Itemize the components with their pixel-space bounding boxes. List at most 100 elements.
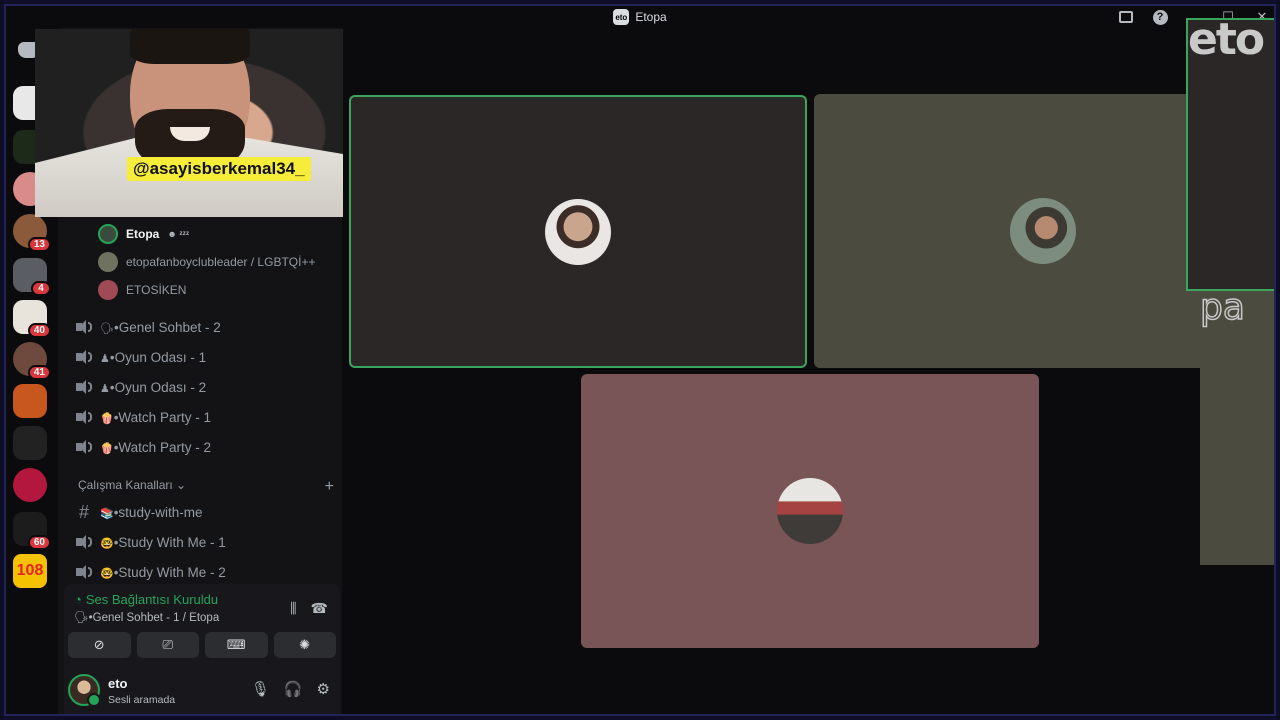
server-item[interactable]: 60 (13, 512, 51, 550)
channel-name: •Watch Party - 2 (113, 439, 211, 455)
window-title-group: eto Etopa (613, 9, 667, 25)
voice-channel[interactable]: 🍿•Watch Party - 2 (76, 434, 211, 460)
soundboard-button[interactable]: ✺ (273, 632, 336, 658)
voice-status[interactable]: ◔ Ses Bağlantısı Kuruldu (74, 592, 218, 607)
speaker-icon (76, 410, 92, 424)
participant-avatar (1010, 198, 1076, 264)
avatar (98, 224, 118, 244)
voice-user-name: ETOSİKEN (126, 283, 187, 297)
watermark-line2: pa (1199, 289, 1274, 565)
channel-name: •Oyun Odası - 1 (109, 349, 207, 365)
voice-status-text: Ses Bağlantısı Kuruldu (85, 592, 219, 607)
user-status: Sesli aramada (108, 694, 176, 706)
server-text-icon: 108 (13, 554, 47, 588)
speaker-icon (76, 350, 92, 364)
server-item[interactable]: 13 (13, 214, 51, 252)
channel-name: •Oyun Odası - 2 (109, 379, 207, 395)
server-icon (13, 384, 47, 418)
mention-badge: 60 (27, 535, 51, 550)
speaker-icon (76, 380, 92, 394)
channel-emoji: 🍿 (100, 442, 114, 455)
speaker-icon (76, 565, 92, 579)
category-header[interactable]: Çalışma Kanalları ⌄ + (78, 478, 334, 496)
voice-user-name: etopafanboyclubleader / LGBTQİ++ (126, 255, 316, 269)
mention-badge: 41 (27, 365, 51, 380)
channel-emoji: 📚 (100, 507, 114, 520)
title-bar: eto Etopa ? — ☐ ✕ (6, 6, 1274, 28)
server-item[interactable]: 108 (13, 554, 47, 588)
channel-name: •Genel Sohbet - 2 (113, 319, 221, 335)
facecam-handle: @asayisberkemal34_ (127, 157, 311, 181)
speaker-icon (76, 320, 92, 334)
voice-panel-actions: ⫼ ☎ (290, 600, 328, 617)
voice-channel[interactable]: 🤓•Study With Me - 1 (76, 529, 226, 555)
server-item[interactable]: 40 (13, 300, 51, 338)
video-tile-speaking[interactable] (349, 95, 807, 368)
app-frame: eto Etopa ? — ☐ ✕ 13 4 40 41 60 108 Etop… (4, 4, 1276, 716)
avatar (98, 280, 118, 300)
voice-action-buttons: ⊘ ⎚ ⌨ ✺ (64, 632, 340, 658)
help-button[interactable]: ? (1152, 9, 1168, 25)
voice-channel[interactable]: ♟•Oyun Odası - 1 (76, 344, 206, 370)
hash-icon: # (78, 501, 89, 522)
channel-name: •study-with-me (113, 504, 203, 520)
inbox-button[interactable] (1118, 9, 1134, 25)
soundboard-icon: ✺ (299, 637, 311, 652)
camera-button[interactable]: ⊘ (68, 632, 131, 658)
channel-emoji: 🤓 (100, 537, 114, 550)
channel-emoji: ♟ (100, 382, 110, 395)
voice-user-name: Etopa (126, 227, 160, 241)
watermark-line1: eto (1186, 18, 1274, 291)
screen-share-button[interactable]: ⎚ (136, 632, 199, 658)
microphone-icon[interactable]: 🎙 (251, 680, 270, 698)
screen-share-icon: ⎚ (162, 637, 173, 652)
mention-badge: 13 (27, 237, 51, 252)
server-item[interactable]: 41 (13, 342, 51, 380)
voice-user[interactable]: ETOSİKEN (98, 280, 186, 300)
headphones-icon[interactable]: 🎧 (284, 680, 303, 698)
mention-badge: 4 (31, 281, 51, 296)
voice-channel[interactable]: 🤓•Study With Me - 2 (76, 559, 226, 585)
voice-channel[interactable]: ♟•Oyun Odası - 2 (76, 374, 206, 400)
voice-channel[interactable]: 🗣•Genel Sohbet - 2 (76, 314, 221, 340)
gear-icon[interactable]: ⚙ (317, 680, 330, 698)
signal-icon: ◔ (74, 592, 82, 607)
voice-location[interactable]: 🗣•Genel Sohbet - 1 / Etopa (74, 610, 219, 624)
speaker-icon (76, 535, 92, 549)
help-icon: ? (1152, 9, 1168, 25)
activities-button[interactable]: ⌨ (205, 632, 268, 658)
participant-avatar (545, 198, 611, 265)
channel-name: •Study With Me - 1 (113, 534, 226, 550)
text-channel[interactable]: # 📚•study-with-me (76, 499, 202, 525)
channel-emoji: 🗣 (100, 322, 114, 335)
disconnect-icon[interactable]: ☎ (311, 600, 328, 617)
channel-emoji: 🍿 (100, 412, 114, 425)
mention-badge: 40 (27, 323, 51, 338)
voice-user[interactable]: etopafanboyclubleader / LGBTQİ++ (98, 252, 315, 272)
video-tile[interactable] (581, 374, 1039, 648)
server-item[interactable] (13, 468, 47, 502)
channel-name: •Watch Party - 1 (113, 409, 211, 425)
channel-emoji: 🤓 (100, 567, 114, 580)
voice-user-etopa[interactable]: Etopa ☻ ᶻᶻᶻ (98, 224, 189, 244)
camera-off-icon: ⊘ (93, 637, 105, 652)
window-title: Etopa (635, 10, 667, 24)
facecam-hair (130, 29, 250, 64)
user-name[interactable]: eto (108, 676, 128, 691)
server-item[interactable] (13, 384, 47, 418)
user-panel: eto Sesli aramada 🎙 🎧 ⚙ (64, 664, 340, 714)
voice-channel[interactable]: 🍿•Watch Party - 1 (76, 404, 211, 430)
participant-avatar (777, 478, 843, 544)
user-avatar[interactable] (68, 674, 101, 707)
add-channel-button[interactable]: + (325, 478, 334, 496)
server-icon (13, 468, 47, 502)
noise-suppression-icon[interactable]: ⫼ (290, 600, 296, 617)
voice-connection-panel: ◔ Ses Bağlantısı Kuruldu 🗣•Genel Sohbet … (64, 584, 340, 664)
server-item[interactable] (13, 426, 47, 460)
inbox-icon (1119, 11, 1133, 23)
server-item[interactable]: 4 (13, 258, 51, 296)
user-controls: 🎙 🎧 ⚙ (251, 680, 330, 698)
status-icons: ☻ ᶻᶻᶻ (167, 229, 190, 239)
speaker-icon (76, 440, 92, 454)
gamepad-icon: ⌨ (226, 637, 246, 652)
